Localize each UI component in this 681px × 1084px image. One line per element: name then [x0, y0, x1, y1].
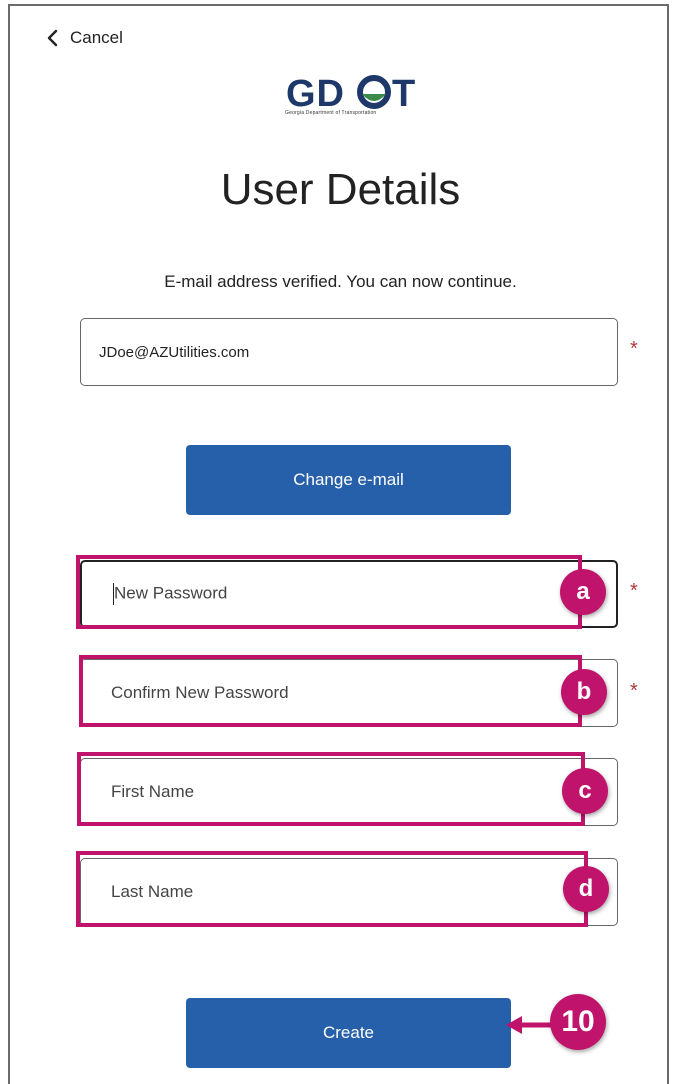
svg-text:T: T [392, 73, 415, 115]
status-message: E-mail address verified. You can now con… [164, 272, 517, 291]
callout-badge-a: a [560, 569, 606, 615]
confirm-password-input[interactable]: Confirm New Password [80, 659, 618, 727]
create-button[interactable]: Create [186, 998, 511, 1068]
callout-badge-c: c [562, 768, 608, 814]
new-password-input[interactable]: New Password [80, 560, 618, 628]
last-name-placeholder: Last Name [111, 882, 194, 901]
email-field[interactable]: JDoe@AZUtilities.com [80, 318, 618, 386]
confirm-password-placeholder: Confirm New Password [111, 683, 289, 702]
new-password-placeholder: New Password [82, 583, 227, 605]
confirm-password-required-mark: * [630, 680, 638, 702]
email-value: JDoe@AZUtilities.com [99, 343, 250, 361]
callout-badge-b: b [561, 669, 607, 715]
new-password-required-mark: * [630, 580, 638, 602]
change-email-button[interactable]: Change e-mail [186, 445, 511, 515]
gdot-logo: GD T Georgia Department of Transportatio… [284, 70, 416, 122]
logo-subtext: Georgia Department of Transportation [285, 110, 377, 116]
svg-text:GD: GD [286, 73, 345, 115]
new-password-placeholder-text: New Password [114, 583, 228, 603]
last-name-input[interactable]: Last Name [80, 858, 618, 926]
cancel-label: Cancel [70, 28, 123, 47]
step-10-badge: 10 [550, 994, 606, 1050]
cancel-link[interactable]: Cancel [44, 28, 123, 48]
page-title: User Details [220, 165, 461, 214]
email-required-mark: * [630, 338, 638, 360]
first-name-input[interactable]: First Name [80, 758, 618, 826]
first-name-placeholder: First Name [111, 782, 195, 801]
callout-badge-d: d [563, 866, 609, 912]
chevron-left-icon [47, 29, 58, 47]
